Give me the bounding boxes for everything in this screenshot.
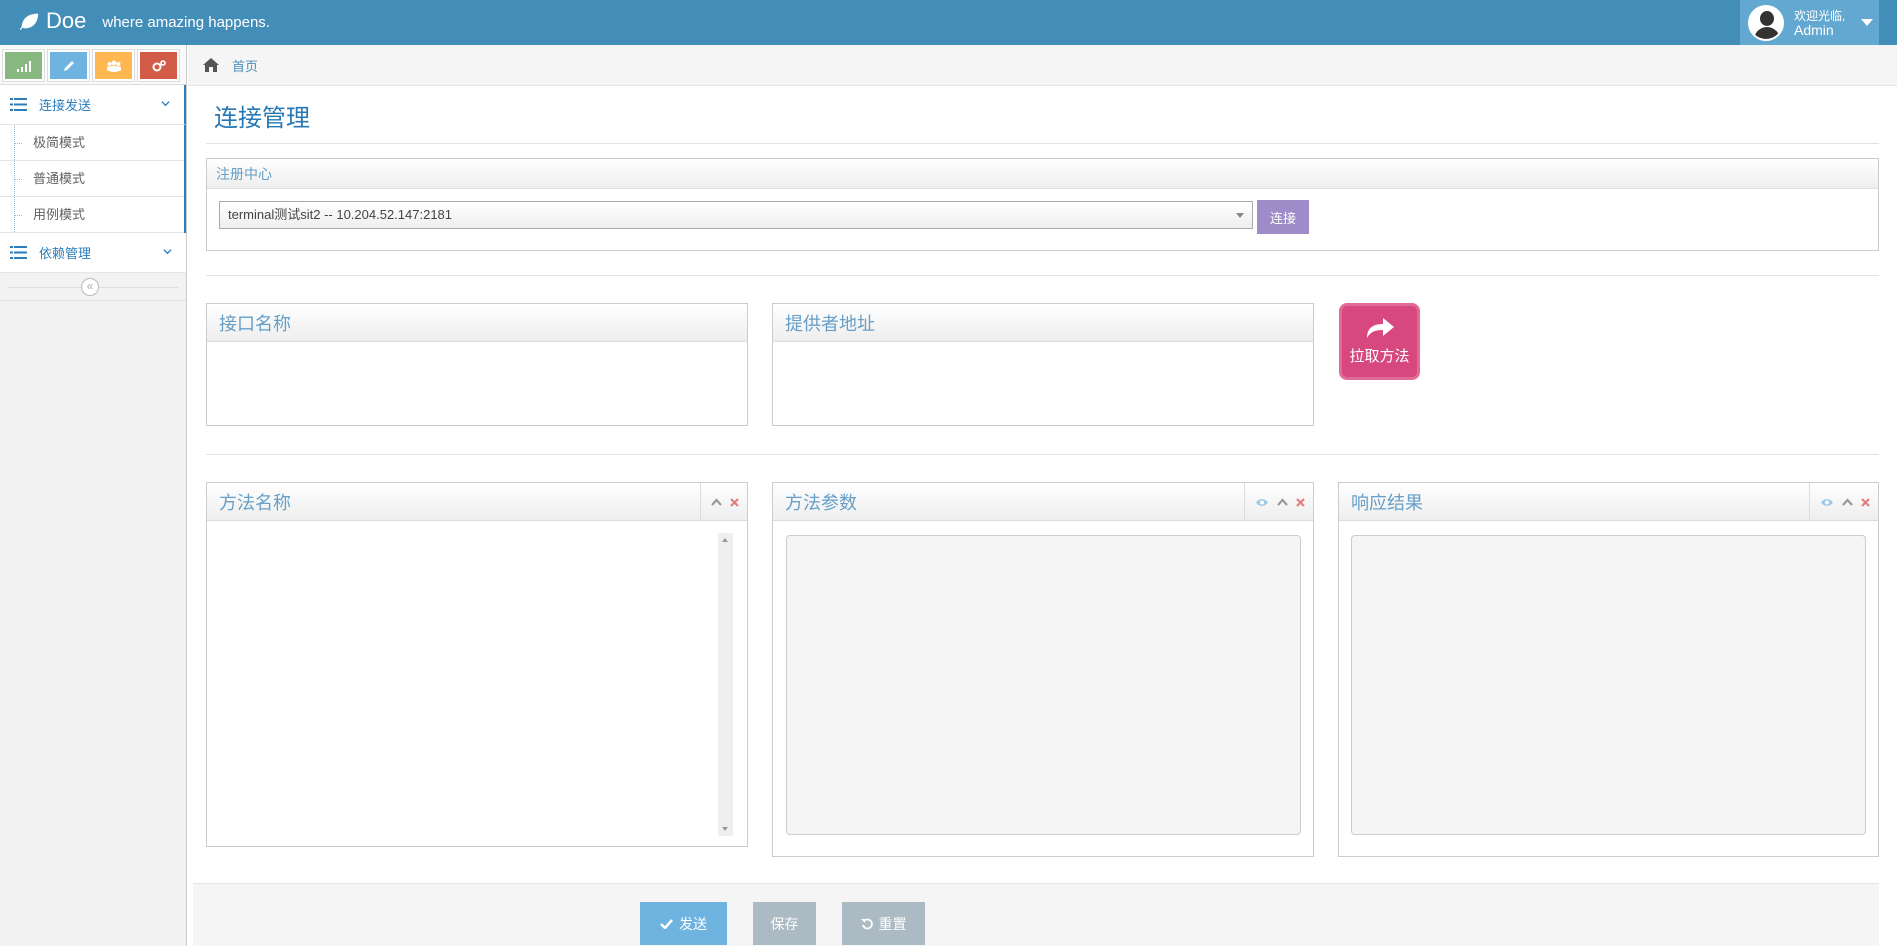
interface-title: 接口名称 xyxy=(219,313,291,334)
sidebar: 连接发送 极简模式 普通模式 用例模式 依赖管理 « xyxy=(0,45,187,946)
connect-button[interactable]: 连接 xyxy=(1257,200,1309,234)
sidebar-item-case-mode[interactable]: 用例模式 xyxy=(0,197,184,233)
interface-widget: 接口名称 xyxy=(206,303,748,426)
params-widget: 方法参数 xyxy=(772,482,1314,857)
chevron-down-icon xyxy=(161,101,170,107)
params-textarea[interactable] xyxy=(786,535,1301,835)
caret-down-icon xyxy=(1861,19,1874,26)
divider xyxy=(206,275,1879,276)
form-actions: 发送 保存 重置 xyxy=(193,883,1879,946)
chevron-up-icon[interactable] xyxy=(1277,498,1288,506)
method-list-scrollbar[interactable] xyxy=(718,533,733,836)
method-toolbar xyxy=(700,483,747,521)
divider xyxy=(206,454,1879,455)
brand-tagline: where amazing happens. xyxy=(102,14,270,31)
leaf-icon xyxy=(19,13,39,31)
provider-widget: 提供者地址 xyxy=(772,303,1314,426)
response-textarea[interactable] xyxy=(1351,535,1866,835)
group-icon xyxy=(106,60,121,72)
provider-title: 提供者地址 xyxy=(785,313,875,334)
eye-icon[interactable] xyxy=(1820,498,1834,507)
cogs-icon xyxy=(152,59,166,71)
share-icon xyxy=(1366,318,1394,338)
registry-select[interactable]: terminal测试sit2 -- 10.204.52.147:2181 xyxy=(219,201,1253,229)
undo-icon xyxy=(860,918,873,929)
welcome-text: 欢迎光临, xyxy=(1794,8,1846,23)
brand-name: Doe xyxy=(46,8,87,33)
eye-icon[interactable] xyxy=(1255,498,1269,507)
send-label: 发送 xyxy=(679,915,707,932)
sidebar-item-connect-send[interactable]: 连接发送 xyxy=(0,85,186,125)
chevron-up-icon[interactable] xyxy=(1842,498,1853,506)
pull-methods-button[interactable]: 拉取方法 xyxy=(1339,303,1420,380)
registry-title: 注册中心 xyxy=(216,165,272,182)
response-toolbar xyxy=(1809,483,1878,521)
sidebar-submenu: 极简模式 普通模式 用例模式 xyxy=(0,125,186,233)
sidebar-shortcuts xyxy=(0,45,186,85)
breadcrumb: 首页 xyxy=(188,45,1897,86)
save-button[interactable]: 保存 xyxy=(753,902,816,945)
scroll-down-icon xyxy=(722,827,728,831)
registry-select-value: terminal测试sit2 -- 10.204.52.147:2181 xyxy=(228,207,453,222)
caret-down-icon xyxy=(1236,213,1244,218)
close-icon[interactable] xyxy=(1296,497,1305,507)
close-icon[interactable] xyxy=(730,497,739,507)
registry-header: 注册中心 xyxy=(207,159,1878,189)
pencil-icon xyxy=(63,60,74,71)
sidebar-item-label: 依赖管理 xyxy=(39,246,92,261)
shortcut-group-button[interactable] xyxy=(92,49,135,82)
response-header: 响应结果 xyxy=(1339,483,1878,521)
method-title: 方法名称 xyxy=(219,492,291,513)
params-toolbar xyxy=(1244,483,1313,521)
method-header: 方法名称 xyxy=(207,483,747,521)
sidebar-collapse-button[interactable]: « xyxy=(81,278,99,296)
registry-widget: 注册中心 terminal测试sit2 -- 10.204.52.147:218… xyxy=(206,158,1879,251)
shortcut-cogs-button[interactable] xyxy=(137,49,180,82)
home-icon xyxy=(203,58,219,72)
divider xyxy=(206,143,1879,144)
response-title: 响应结果 xyxy=(1351,492,1423,513)
params-header: 方法参数 xyxy=(773,483,1313,521)
sidebar-collapse-row: « xyxy=(0,273,186,301)
save-label: 保存 xyxy=(770,915,799,932)
avatar xyxy=(1748,4,1784,41)
close-icon[interactable] xyxy=(1861,497,1870,507)
chevron-up-icon[interactable] xyxy=(711,498,722,506)
method-widget: 方法名称 xyxy=(206,482,748,847)
brand[interactable]: Doe where amazing happens. xyxy=(18,9,270,33)
scroll-up-icon xyxy=(722,538,728,542)
check-icon xyxy=(660,918,673,929)
sidebar-item-label: 连接发送 xyxy=(39,98,92,113)
sidebar-item-dependency[interactable]: 依赖管理 xyxy=(0,233,186,273)
reset-label: 重置 xyxy=(878,915,907,932)
interface-header: 接口名称 xyxy=(207,304,747,342)
provider-header: 提供者地址 xyxy=(773,304,1313,342)
send-button[interactable]: 发送 xyxy=(640,902,727,945)
list-icon xyxy=(10,98,27,111)
pull-methods-label: 拉取方法 xyxy=(1349,348,1410,365)
signal-icon xyxy=(16,60,31,72)
list-icon xyxy=(10,246,27,259)
response-widget: 响应结果 xyxy=(1338,482,1879,857)
user-menu[interactable]: 欢迎光临, Admin xyxy=(1740,0,1879,45)
breadcrumb-home-link[interactable]: 首页 xyxy=(232,56,258,75)
shortcut-pencil-button[interactable] xyxy=(47,49,90,82)
sidebar-item-normal-mode[interactable]: 普通模式 xyxy=(0,161,184,197)
navbar: Doe where amazing happens. 欢迎光临, Admin xyxy=(0,0,1897,45)
shortcut-signal-button[interactable] xyxy=(2,49,45,82)
page-title: 连接管理 xyxy=(214,105,310,132)
sidebar-item-minimal-mode[interactable]: 极简模式 xyxy=(0,125,184,161)
username: Admin xyxy=(1794,21,1834,38)
chevron-down-icon xyxy=(163,249,172,255)
params-title: 方法参数 xyxy=(785,492,857,513)
reset-button[interactable]: 重置 xyxy=(842,902,925,945)
